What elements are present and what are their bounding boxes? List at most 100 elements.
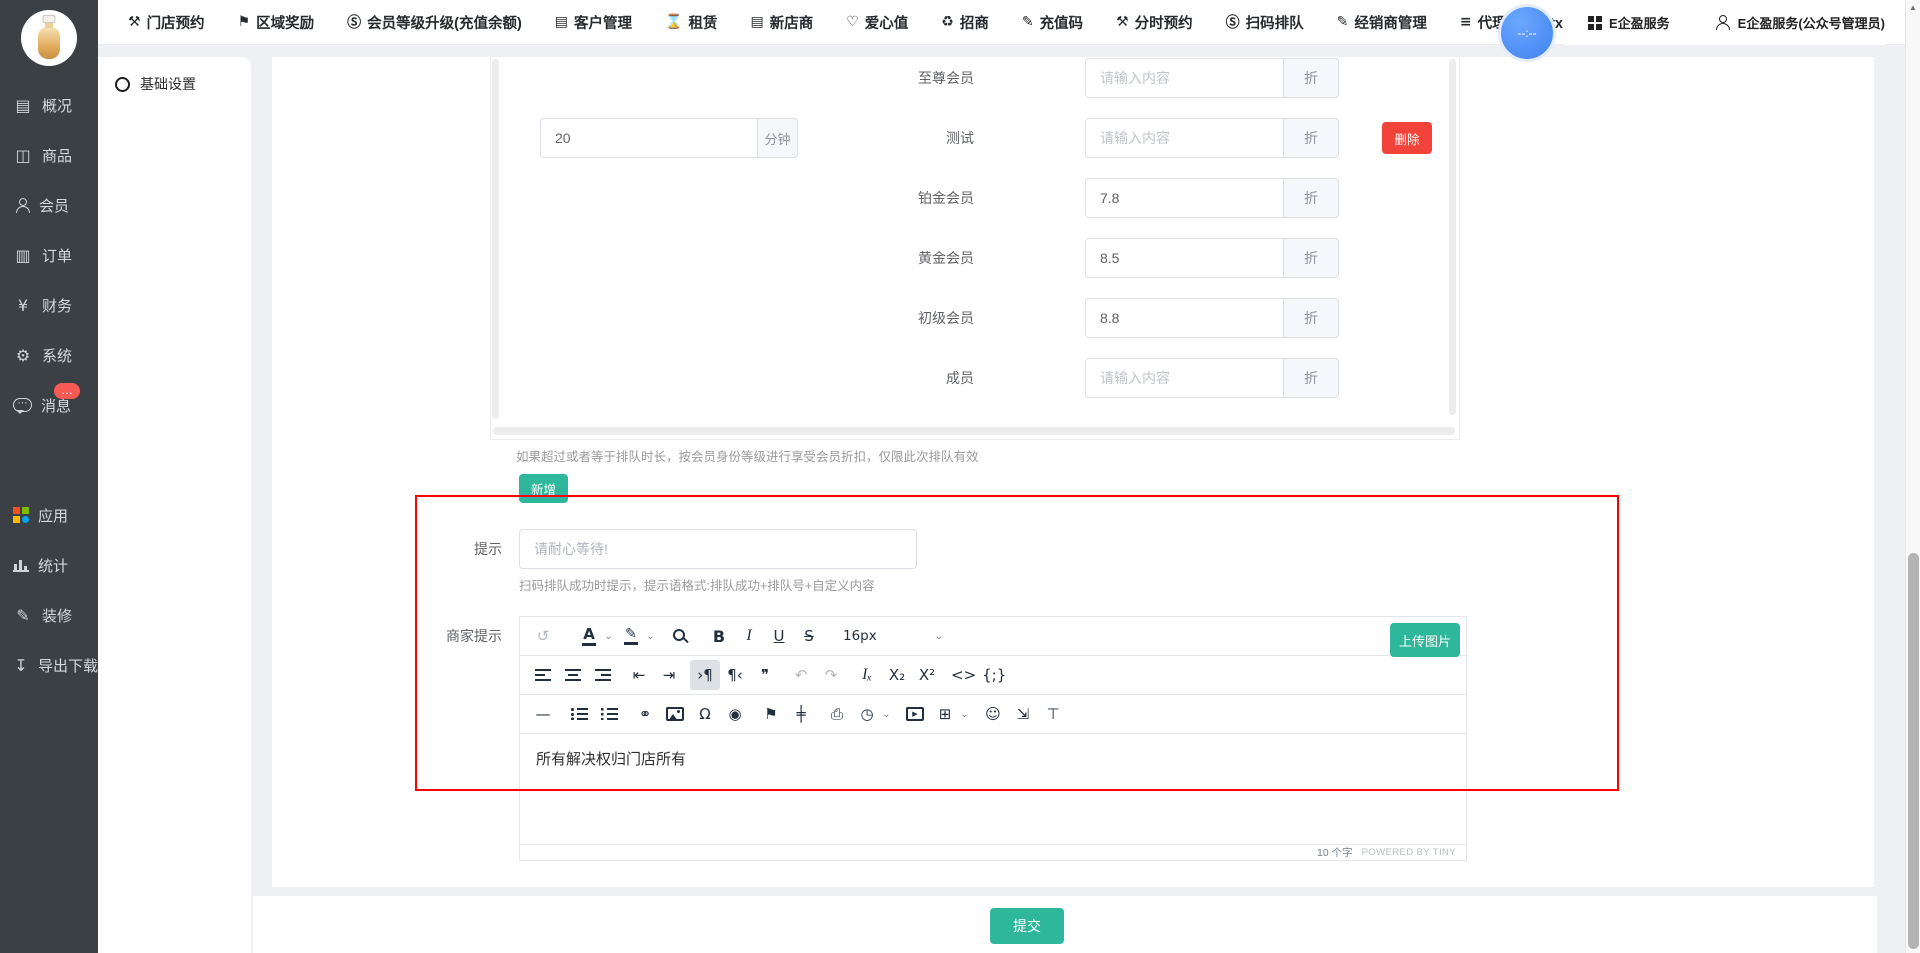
page-break-button[interactable]: ╪ xyxy=(786,699,816,729)
bold-button[interactable]: B xyxy=(704,621,734,651)
tip-input[interactable] xyxy=(519,529,917,569)
blockquote-button[interactable]: ❞ xyxy=(750,660,780,690)
discount-input-test[interactable] xyxy=(1085,118,1284,158)
insert-table-button[interactable]: ⊞ xyxy=(930,699,960,729)
align-left-button[interactable] xyxy=(528,660,558,690)
sidebar-item-messages[interactable]: ⋯消息… xyxy=(0,380,98,430)
italic-button[interactable]: I xyxy=(734,621,764,651)
insert-table-caret-button[interactable]: ⌄ xyxy=(958,699,971,729)
nav-item-love-value[interactable]: ♡爱心值 xyxy=(846,12,908,33)
insert-media-button[interactable] xyxy=(900,699,930,729)
anchor-button[interactable]: ⚑ xyxy=(756,699,786,729)
sidebar-item-finance[interactable]: ¥财务 xyxy=(0,280,98,330)
basic-settings-label: 基础设置 xyxy=(140,74,196,94)
horizontal-rule-button[interactable]: — xyxy=(528,699,558,729)
redo-button[interactable]: ↷ xyxy=(816,660,846,690)
discount-input-gold[interactable] xyxy=(1085,238,1284,278)
emoticons-button[interactable]: ☺ xyxy=(978,699,1008,729)
discount-input-supreme[interactable] xyxy=(1085,58,1284,98)
editor-toolbar-row-1: ↺A⌄✎⌄BIUS16px⌄ xyxy=(520,617,1466,656)
nav-item-scan-queue[interactable]: Ⓢ扫码排队 xyxy=(1226,12,1304,33)
discount-input-platinum[interactable] xyxy=(1085,178,1284,218)
sidebar-item-goods[interactable]: ◫商品 xyxy=(0,130,98,180)
ltr-direction-button[interactable]: ›¶ xyxy=(690,660,720,690)
editor-content[interactable]: 所有解决权归门店所有 xyxy=(520,734,1466,844)
special-character-button[interactable]: Ω xyxy=(690,699,720,729)
print-button[interactable]: ⎙ xyxy=(822,699,852,729)
nav-item-recharge-code[interactable]: ✎充值码 xyxy=(1022,12,1083,33)
scrollbar-up-arrow[interactable]: ▲ xyxy=(1909,3,1917,12)
avatar[interactable] xyxy=(21,10,77,66)
submit-button[interactable]: 提交 xyxy=(990,908,1064,944)
highlight-color-button[interactable]: ✎ xyxy=(616,621,646,651)
insert-datetime-caret-button[interactable]: ⌄ xyxy=(880,699,893,729)
search-and-replace-button[interactable] xyxy=(666,621,696,651)
panel-right-scrollbar[interactable] xyxy=(1449,59,1456,415)
powered-by-tiny[interactable]: POWERED BY TINY xyxy=(1362,847,1456,858)
nav-item-new-store[interactable]: ▤新店商 xyxy=(750,12,813,33)
rtl-direction-button[interactable]: ¶‹ xyxy=(720,660,750,690)
insert-image-button[interactable] xyxy=(660,699,690,729)
sidebar-item-orders[interactable]: ▥订单 xyxy=(0,230,98,280)
discount-unit: 折 xyxy=(1284,118,1339,158)
insert-datetime-button[interactable]: ◷ xyxy=(852,699,882,729)
text-color-caret-button[interactable]: ⌄ xyxy=(602,621,615,651)
underline-button[interactable]: U xyxy=(764,621,794,651)
indent-button[interactable]: ⇥ xyxy=(654,660,684,690)
nav-item-dealer-management[interactable]: ✎经销商管理 xyxy=(1337,12,1427,33)
nav-item-rental[interactable]: ⌛租赁 xyxy=(665,12,717,33)
footer-bar xyxy=(253,896,1877,953)
discount-input-junior[interactable] xyxy=(1085,298,1284,338)
panel-left-scrollbar[interactable] xyxy=(492,59,499,419)
nav-item-region-reward[interactable]: ⚑区域奖励 xyxy=(238,12,315,33)
clear-formatting-button[interactable]: Iₓ xyxy=(852,660,882,690)
sidebar-item-members[interactable]: 会员 xyxy=(0,180,98,230)
source-code-button[interactable]: <> xyxy=(948,660,979,690)
page-scrollbar[interactable]: ▲ xyxy=(1905,0,1920,953)
strikethrough-button[interactable]: S xyxy=(794,621,824,651)
clock-widget[interactable]: --:-- xyxy=(1498,4,1556,62)
hourglass-icon: ⌛ xyxy=(665,14,682,30)
fullscreen-button[interactable]: ⇲ xyxy=(1008,699,1038,729)
panel-horizontal-scrollbar[interactable] xyxy=(493,427,1455,435)
add-button[interactable]: 新增 xyxy=(519,474,568,503)
highlight-color-caret-button[interactable]: ⌄ xyxy=(644,621,657,651)
discount-input-member[interactable] xyxy=(1085,358,1284,398)
scrollbar-thumb[interactable] xyxy=(1908,553,1919,949)
queue-time-input[interactable] xyxy=(540,118,758,158)
text-color-button[interactable]: A xyxy=(574,621,604,651)
nav-item-eqy-account[interactable]: E企盈服务(公众号管理员) xyxy=(1716,13,1885,32)
code-sample-button[interactable]: {;} xyxy=(979,660,1009,690)
undo-history-button[interactable]: ↺ xyxy=(528,621,558,651)
subscript-button[interactable]: X₂ xyxy=(882,660,912,690)
align-center-icon xyxy=(565,669,581,681)
superscript-button[interactable]: X² xyxy=(912,660,942,690)
insert-link-button[interactable]: ⚭ xyxy=(630,699,660,729)
nav-item-member-level-upgrade[interactable]: Ⓢ会员等级升级(充值余额) xyxy=(347,12,522,33)
nav-item-investment[interactable]: ♻招商 xyxy=(941,12,989,33)
sidebar-item-basic-settings[interactable]: 基础设置 xyxy=(98,57,251,94)
bullet-list-button[interactable] xyxy=(564,699,594,729)
format-painter-button[interactable]: ⊤ xyxy=(1038,699,1068,729)
align-right-button[interactable] xyxy=(588,660,618,690)
sidebar-item-overview[interactable]: ▤概况 xyxy=(0,80,98,130)
sidebar-item-apps[interactable]: 应用 xyxy=(0,490,98,540)
delete-button[interactable]: 删除 xyxy=(1382,122,1432,154)
preview-button[interactable]: ◉ xyxy=(720,699,750,729)
font-size-button[interactable]: 16px⌄ xyxy=(834,621,952,651)
nav-item-time-slot-booking[interactable]: ⚒分时预约 xyxy=(1116,12,1193,33)
nav-item-customer-management[interactable]: ▤客户管理 xyxy=(555,12,632,33)
sidebar-item-export-download[interactable]: ↧导出下载 xyxy=(0,640,98,690)
sidebar-item-decorate[interactable]: ✎装修 xyxy=(0,590,98,640)
nav-item-eqy-service[interactable]: E企盈服务 xyxy=(1588,13,1670,32)
undo-button[interactable]: ↶ xyxy=(786,660,816,690)
radio-icon[interactable] xyxy=(115,77,130,92)
image-icon xyxy=(666,707,684,721)
sidebar-item-system[interactable]: ⚙系统 xyxy=(0,330,98,380)
outdent-button[interactable]: ⇤ xyxy=(624,660,654,690)
sidebar-item-stats[interactable]: 统计 xyxy=(0,540,98,590)
align-center-button[interactable] xyxy=(558,660,588,690)
numbered-list-button[interactable] xyxy=(594,699,624,729)
nav-item-store-booking[interactable]: ⚒门店预约 xyxy=(128,12,205,33)
upload-image-button[interactable]: 上传图片 xyxy=(1390,623,1460,657)
